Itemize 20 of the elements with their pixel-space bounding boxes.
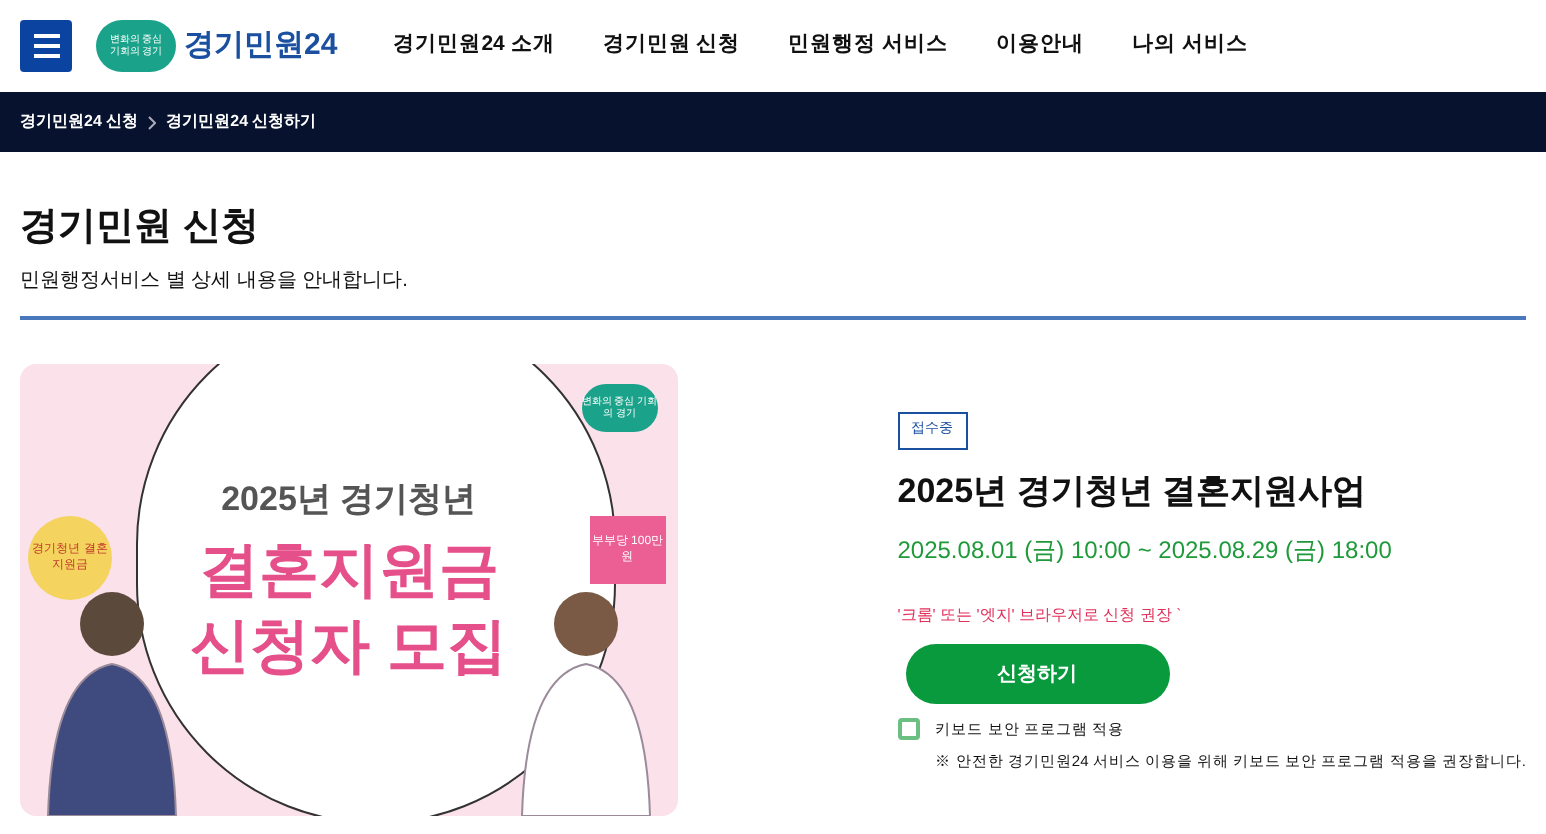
banner-heading: 신청자 모집 — [190, 611, 508, 684]
application-period: 2025.08.01 (금) 10:00 ~ 2025.08.29 (금) 18:00 — [897, 534, 1392, 568]
nav-link[interactable]: 경기민원24 소개 — [393, 30, 555, 62]
page-subtitle: 민원행정서비스 별 상세 내용을 안내합니다. — [20, 268, 410, 296]
nav-link[interactable]: 민원행정 서비스 — [788, 30, 949, 62]
breadcrumb-link[interactable]: 경기민원24 신청하기 — [166, 110, 317, 134]
browser-notice: '크롬' 또는 '엣지' 브라우저로 신청 권장 ` — [897, 604, 1182, 628]
nav-link[interactable]: 나의 서비스 — [1132, 30, 1249, 62]
banner-heading: 결혼지원금 — [198, 535, 499, 608]
program-title: 2025년 경기청년 결혼지원사업 — [897, 469, 1366, 513]
logo-text: 경기민원24 — [184, 25, 338, 66]
nav-link[interactable]: 이용안내 — [996, 30, 1085, 62]
banner-subheading: 2025년 경기청년 — [221, 478, 477, 523]
nav-link[interactable]: 경기민원 신청 — [602, 30, 741, 62]
apply-button[interactable]: 신청하기 — [905, 644, 1170, 704]
breadcrumb-link[interactable]: 경기민원24 신청 — [20, 110, 139, 134]
chevron-icon — [148, 115, 157, 129]
checkbox[interactable] — [897, 718, 920, 741]
page-title: 경기민원 신청 — [20, 204, 261, 252]
menu-button[interactable] — [20, 20, 72, 72]
